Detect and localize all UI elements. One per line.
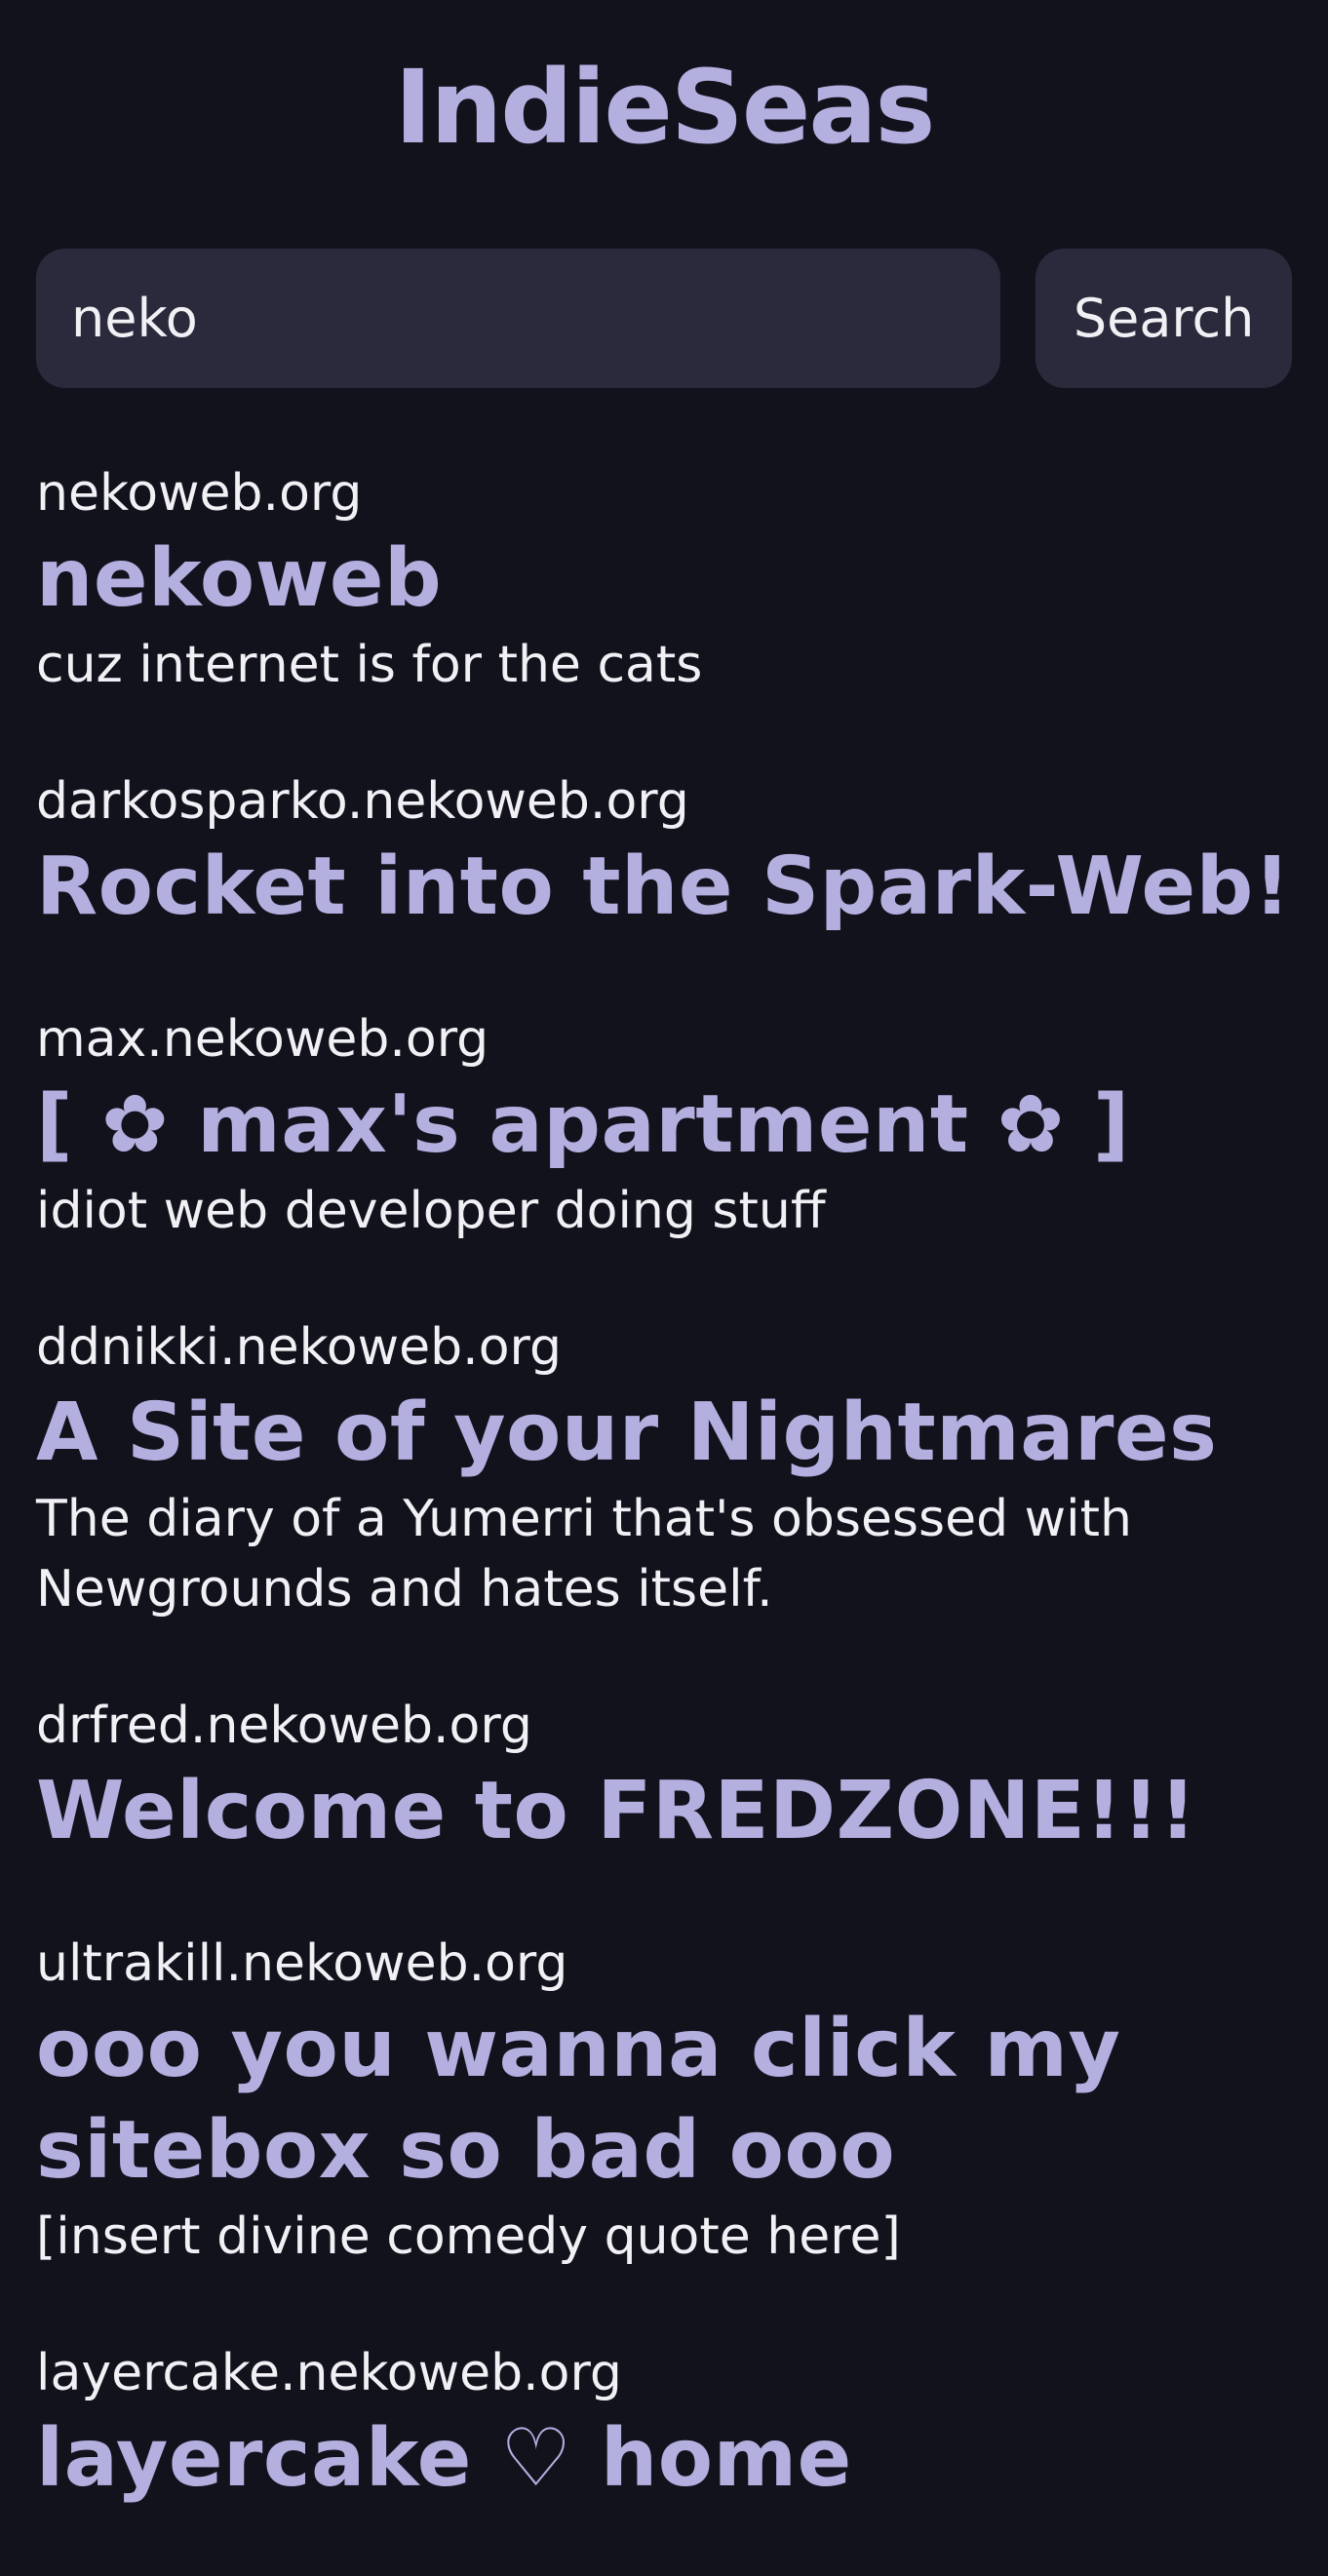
page: IndieSeas Search nekoweb.org nekoweb cuz…	[0, 0, 1328, 2510]
result-title[interactable]: layercake ♡ home	[36, 2408, 1292, 2510]
result-url[interactable]: nekoweb.org	[36, 458, 1292, 528]
search-input[interactable]	[36, 249, 1001, 388]
result-item: ultrakill.nekoweb.org ooo you wanna clic…	[36, 1929, 1292, 2272]
results-list: nekoweb.org nekoweb cuz internet is for …	[36, 458, 1292, 2576]
site-logo[interactable]: IndieSeas	[36, 0, 1292, 158]
search-bar: Search	[36, 249, 1292, 388]
result-item: ddnikki.nekoweb.org A Site of your Night…	[36, 1312, 1292, 1624]
result-title[interactable]: [ ✿ max's apartment ✿ ]	[36, 1074, 1292, 1176]
result-url[interactable]: ultrakill.nekoweb.org	[36, 1929, 1292, 1999]
result-title[interactable]: ooo you wanna click my sitebox so bad oo…	[36, 1999, 1292, 2202]
result-url[interactable]: ddnikki.nekoweb.org	[36, 1312, 1292, 1383]
result-description: [insert divine comedy quote here]	[36, 2207, 901, 2266]
result-title[interactable]: A Site of your Nightmares	[36, 1383, 1292, 1484]
result-title[interactable]: Rocket into the Spark-Web!	[36, 837, 1292, 938]
result-item: layercake.nekoweb.org layercake ♡ home	[36, 2338, 1292, 2510]
result-item: nekoweb.org nekoweb cuz internet is for …	[36, 458, 1292, 700]
result-description: idiot web developer doing stuff	[36, 1182, 826, 1240]
result-url[interactable]: layercake.nekoweb.org	[36, 2338, 1292, 2408]
result-url[interactable]: darkosparko.nekoweb.org	[36, 766, 1292, 837]
result-item: drfred.nekoweb.org Welcome to FREDZONE!!…	[36, 1691, 1292, 1862]
result-url[interactable]: max.nekoweb.org	[36, 1004, 1292, 1074]
result-item: max.nekoweb.org [ ✿ max's apartment ✿ ] …	[36, 1004, 1292, 1246]
search-button[interactable]: Search	[1035, 249, 1292, 388]
result-title[interactable]: Welcome to FREDZONE!!!	[36, 1761, 1292, 1862]
result-title[interactable]: nekoweb	[36, 528, 1292, 630]
result-item: darkosparko.nekoweb.org Rocket into the …	[36, 766, 1292, 938]
result-description: The diary of a Yumerri that's obsessed w…	[36, 1490, 1132, 1619]
result-description: cuz internet is for the cats	[36, 636, 703, 694]
result-url[interactable]: drfred.nekoweb.org	[36, 1691, 1292, 1761]
